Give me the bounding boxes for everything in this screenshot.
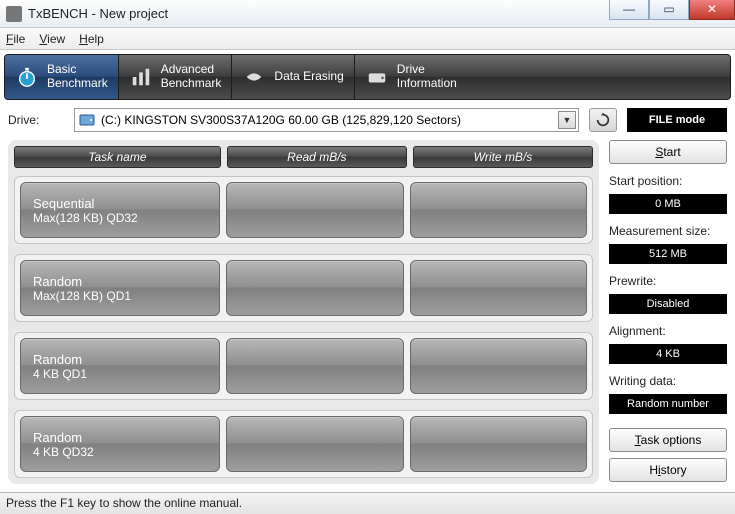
start-position-value[interactable]: 0 MB [609,194,727,214]
window-title: TxBENCH - New project [28,6,168,21]
task-name-cell: SequentialMax(128 KB) QD32 [20,182,220,238]
side-panel: Start Start position: 0 MB Measurement s… [609,140,727,484]
task-options-button[interactable]: Task options [609,428,727,452]
drive-selected-text: (C:) KINGSTON SV300S37A120G 60.00 GB (12… [101,113,461,127]
drive-label: Drive: [8,113,64,127]
bars-icon [129,65,153,89]
disk-icon [79,112,95,128]
task-write-cell [410,338,587,394]
writing-data-label: Writing data: [609,374,727,388]
writing-data-value[interactable]: Random number [609,394,727,414]
task-write-cell [410,182,587,238]
task-name-cell: Random4 KB QD32 [20,416,220,472]
reload-button[interactable] [589,108,617,132]
stopwatch-icon [15,65,39,89]
maximize-button[interactable]: ▭ [649,0,689,20]
erase-icon [242,65,266,89]
header-task-name: Task name [14,146,221,168]
drive-select[interactable]: (C:) KINGSTON SV300S37A120G 60.00 GB (12… [74,108,579,132]
tab-label: Data Erasing [274,70,343,84]
tab-data-erasing[interactable]: Data Erasing [232,55,354,99]
task-read-cell [226,338,403,394]
start-position-label: Start position: [609,174,727,188]
app-icon [6,6,22,22]
header-write: Write mB/s [413,146,593,168]
measurement-size-value[interactable]: 512 MB [609,244,727,264]
measurement-size-label: Measurement size: [609,224,727,238]
file-mode-button[interactable]: FILE mode [627,108,727,132]
chevron-down-icon[interactable]: ▼ [558,111,576,129]
prewrite-label: Prewrite: [609,274,727,288]
tab-label: Drive [397,63,457,77]
minimize-button[interactable]: — [609,0,649,20]
menu-view[interactable]: View [39,32,65,46]
task-write-cell [410,260,587,316]
tab-strip: BasicBenchmark AdvancedBenchmark Data Er… [4,54,731,100]
alignment-value[interactable]: 4 KB [609,344,727,364]
task-read-cell [226,416,403,472]
task-row: Random4 KB QD32 [14,410,593,478]
alignment-label: Alignment: [609,324,727,338]
close-button[interactable]: ✕ [689,0,735,20]
history-button[interactable]: History [609,458,727,482]
title-bar: TxBENCH - New project — ▭ ✕ [0,0,735,28]
prewrite-value[interactable]: Disabled [609,294,727,314]
menu-file[interactable]: File [6,32,25,46]
tab-label: Benchmark [161,77,222,91]
task-read-cell [226,182,403,238]
tab-label: Information [397,77,457,91]
refresh-icon [595,112,611,128]
task-write-cell [410,416,587,472]
task-row: Random4 KB QD1 [14,332,593,400]
tab-basic-benchmark[interactable]: BasicBenchmark [5,55,119,99]
drive-icon [365,65,389,89]
start-button[interactable]: Start [609,140,727,164]
task-read-cell [226,260,403,316]
tab-drive-information[interactable]: DriveInformation [355,55,467,99]
header-read: Read mB/s [227,146,407,168]
tab-label: Basic [47,63,108,77]
menu-bar: File View Help [0,28,735,50]
tab-label: Benchmark [47,77,108,91]
benchmark-panel: Task name Read mB/s Write mB/s Sequentia… [8,140,599,484]
status-bar: Press the F1 key to show the online manu… [0,492,735,514]
task-row: RandomMax(128 KB) QD1 [14,254,593,322]
tab-advanced-benchmark[interactable]: AdvancedBenchmark [119,55,233,99]
task-row: SequentialMax(128 KB) QD32 [14,176,593,244]
drive-row: Drive: (C:) KINGSTON SV300S37A120G 60.00… [0,104,735,140]
task-name-cell: Random4 KB QD1 [20,338,220,394]
tab-label: Advanced [161,63,222,77]
task-name-cell: RandomMax(128 KB) QD1 [20,260,220,316]
menu-help[interactable]: Help [79,32,104,46]
